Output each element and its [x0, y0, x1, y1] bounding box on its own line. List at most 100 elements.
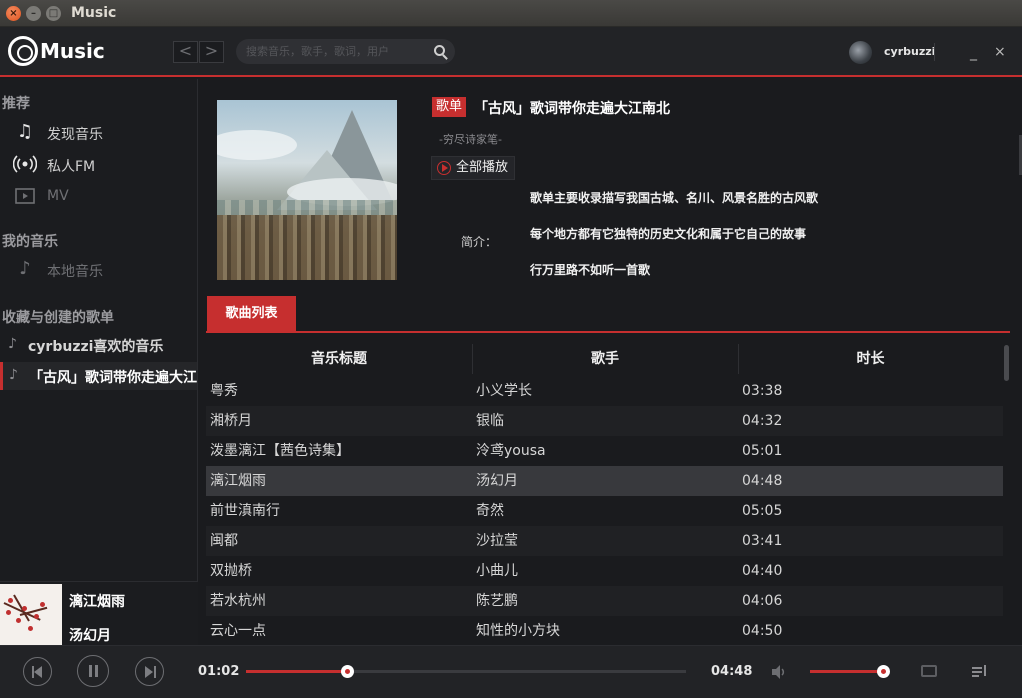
section-title-my-music: 我的音乐: [2, 234, 58, 250]
window-title: Music: [71, 5, 117, 21]
duration-cell: 03:38: [742, 383, 783, 399]
artist-cell: 小曲儿: [476, 563, 518, 579]
tab-song-list[interactable]: 歌曲列表: [207, 296, 296, 331]
sidebar-item-label: 「古风」歌词带你走遍大江南北: [29, 370, 197, 386]
volume-handle[interactable]: [876, 665, 890, 678]
progress-handle[interactable]: [341, 665, 355, 678]
playlist-queue-icon[interactable]: [972, 664, 988, 680]
table-row[interactable]: 若水杭州 陈艺鹏 04:06: [206, 586, 1003, 616]
search-icon[interactable]: [434, 45, 445, 56]
duration-cell: 03:41: [742, 533, 783, 549]
table-header: 音乐标题 歌手 时长: [206, 342, 1003, 376]
sidebar-item-liked-playlist[interactable]: ♪ cyrbuzzi喜欢的音乐: [0, 331, 197, 359]
app-close-button[interactable]: ×: [994, 44, 1006, 60]
table-row[interactable]: 泼墨漓江【茜色诗集】 泠鸢yousa 05:01: [206, 436, 1003, 466]
music-note-icon: ♪: [8, 336, 17, 352]
volume-icon[interactable]: [770, 664, 788, 680]
intro-line: 每个地方都有它独特的历史文化和属于它自己的故事: [530, 227, 807, 241]
window-maximize-button[interactable]: □: [46, 6, 61, 21]
playlist-title: 「古风」歌词带你走遍大江南北: [474, 101, 670, 117]
song-title-cell: 云心一点: [210, 623, 266, 639]
playlist-creator[interactable]: -穷尽诗家笔-: [439, 131, 502, 147]
play-all-label: 全部播放: [456, 160, 509, 175]
sidebar-item-current-playlist[interactable]: ♪ 「古风」歌词带你走遍大江南北: [0, 362, 197, 390]
song-title-cell: 漓江烟雨: [210, 473, 266, 489]
volume-fill: [810, 670, 883, 673]
song-title-cell: 粤秀: [210, 383, 238, 399]
elapsed-time: 01:02: [198, 664, 240, 679]
duration-cell: 04:40: [742, 563, 783, 579]
pause-button[interactable]: [77, 655, 109, 687]
artist-cell: 沙拉莹: [476, 533, 518, 549]
song-title-cell: 泼墨漓江【茜色诗集】: [210, 443, 350, 459]
app-minimize-button[interactable]: _: [970, 45, 977, 61]
sidebar-item-fm[interactable]: 私人FM: [0, 151, 197, 179]
artist-cell: 泠鸢yousa: [476, 443, 546, 459]
artist-cell: 奇然: [476, 503, 504, 519]
sidebar-item-label: MV: [47, 188, 69, 204]
table-scrollbar[interactable]: [1004, 345, 1009, 381]
playlist-cover: [217, 100, 397, 280]
playlist-badge: 歌单: [432, 97, 467, 117]
artist-cell: 知性的小方块: [476, 623, 560, 639]
table-row[interactable]: 湘桥月 银临 04:32: [206, 406, 1003, 436]
progress-slider[interactable]: [246, 665, 686, 678]
duration-cell: 05:01: [742, 443, 783, 459]
window-close-button[interactable]: ×: [6, 6, 21, 21]
duration-cell: 05:05: [742, 503, 783, 519]
table-row[interactable]: 粤秀 小义学长 03:38: [206, 376, 1003, 406]
song-table: 音乐标题 歌手 时长 粤秀 小义学长 03:38 湘桥月 银临 04:32 泼墨漓江【茜色诗…: [206, 342, 1003, 644]
window-titlebar: × – □ Music: [0, 0, 1022, 27]
sidebar-item-discover[interactable]: ♫ 发现音乐: [0, 119, 197, 147]
username[interactable]: cyrbuzzi: [884, 45, 935, 58]
artist-cell: 陈艺鹏: [476, 593, 518, 609]
section-title-recommend: 推荐: [2, 96, 30, 112]
avatar[interactable]: [849, 41, 872, 64]
app-header: Music < > cyrbuzzi _ ×: [0, 27, 1022, 77]
table-body: 粤秀 小义学长 03:38 湘桥月 银临 04:32 泼墨漓江【茜色诗集】 泠鸢yousa 05…: [206, 376, 1003, 644]
table-row[interactable]: 前世滇南行 奇然 05:05: [206, 496, 1003, 526]
song-title-cell: 湘桥月: [210, 413, 252, 429]
table-row[interactable]: 闽都 沙拉莹 03:41: [206, 526, 1003, 556]
song-title-cell: 闽都: [210, 533, 238, 549]
previous-button[interactable]: [23, 657, 52, 686]
back-button[interactable]: <: [173, 41, 198, 63]
artist-cell: 银临: [476, 413, 504, 429]
netease-logo-icon: [8, 36, 38, 66]
pause-icon: [89, 665, 92, 677]
sidebar-item-local-music[interactable]: ♪ 本地音乐: [0, 256, 197, 284]
song-title-cell: 若水杭州: [210, 593, 266, 609]
play-all-button[interactable]: 全部播放: [431, 156, 516, 180]
main-content: 歌单 「古风」歌词带你走遍大江南北 -穷尽诗家笔- 全部播放 简介： 歌单主要收…: [199, 79, 1022, 644]
forward-button[interactable]: >: [199, 41, 224, 63]
music-note-icon: ♫: [16, 121, 34, 142]
song-title-cell: 双抛桥: [210, 563, 252, 579]
duration-cell: 04:06: [742, 593, 783, 609]
brand-name: Music: [40, 39, 105, 63]
tab-bar: 歌曲列表: [206, 296, 1010, 333]
sidebar-item-mv[interactable]: MV: [0, 183, 197, 211]
duration-cell: 04:50: [742, 623, 783, 639]
artist-cell: 汤幻月: [476, 473, 518, 489]
intro-line: 歌单主要收录描写我国古城、名川、风景名胜的古风歌: [530, 191, 819, 205]
window-minimize-button[interactable]: –: [26, 6, 41, 21]
table-row[interactable]: 云心一点 知性的小方块 04:50: [206, 616, 1003, 644]
next-icon: [145, 666, 153, 678]
sidebar-item-label: cyrbuzzi喜欢的音乐: [28, 339, 164, 355]
repeat-icon[interactable]: [921, 665, 937, 677]
column-header-artist[interactable]: 歌手: [472, 342, 738, 376]
column-header-duration[interactable]: 时长: [738, 342, 1003, 376]
progress-fill: [246, 670, 348, 673]
table-row[interactable]: 双抛桥 小曲儿 04:40: [206, 556, 1003, 586]
now-playing[interactable]: 漓江烟雨 汤幻月: [0, 581, 198, 646]
column-header-title[interactable]: 音乐标题: [206, 342, 472, 376]
video-icon: [13, 185, 37, 207]
volume-slider[interactable]: [810, 665, 890, 678]
table-row[interactable]: 漓江烟雨 汤幻月 04:48: [206, 466, 1003, 496]
search-input[interactable]: [246, 43, 426, 60]
next-button[interactable]: [135, 657, 164, 686]
play-circle-icon: [437, 161, 451, 175]
artist-cell: 小义学长: [476, 383, 532, 399]
duration-cell: 04:32: [742, 413, 783, 429]
now-playing-cover[interactable]: [0, 584, 62, 646]
